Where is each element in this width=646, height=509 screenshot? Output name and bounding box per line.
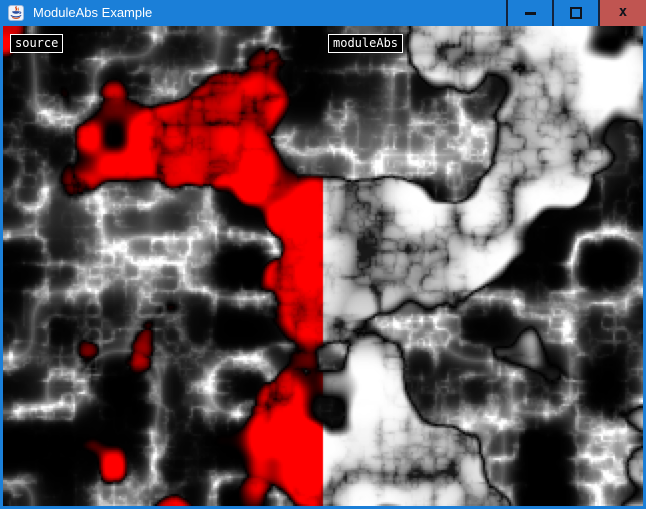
maximize-icon [570,7,582,19]
maximize-button[interactable] [552,0,598,26]
close-button[interactable]: x [598,0,646,26]
java-app-icon [8,5,24,21]
titlebar[interactable]: ModuleAbs Example x [0,0,646,26]
render-area: source moduleAbs [3,26,643,506]
window-controls: x [506,0,646,26]
source-panel: source [3,26,323,506]
minimize-button[interactable] [506,0,552,26]
app-window: ModuleAbs Example x source moduleAbs [0,0,646,509]
window-title: ModuleAbs Example [33,0,152,26]
moduleabs-panel: moduleAbs [323,26,643,506]
close-icon: x [619,5,627,19]
minimize-icon [525,12,536,15]
source-panel-label: source [10,34,63,53]
moduleabs-panel-label: moduleAbs [328,34,403,53]
